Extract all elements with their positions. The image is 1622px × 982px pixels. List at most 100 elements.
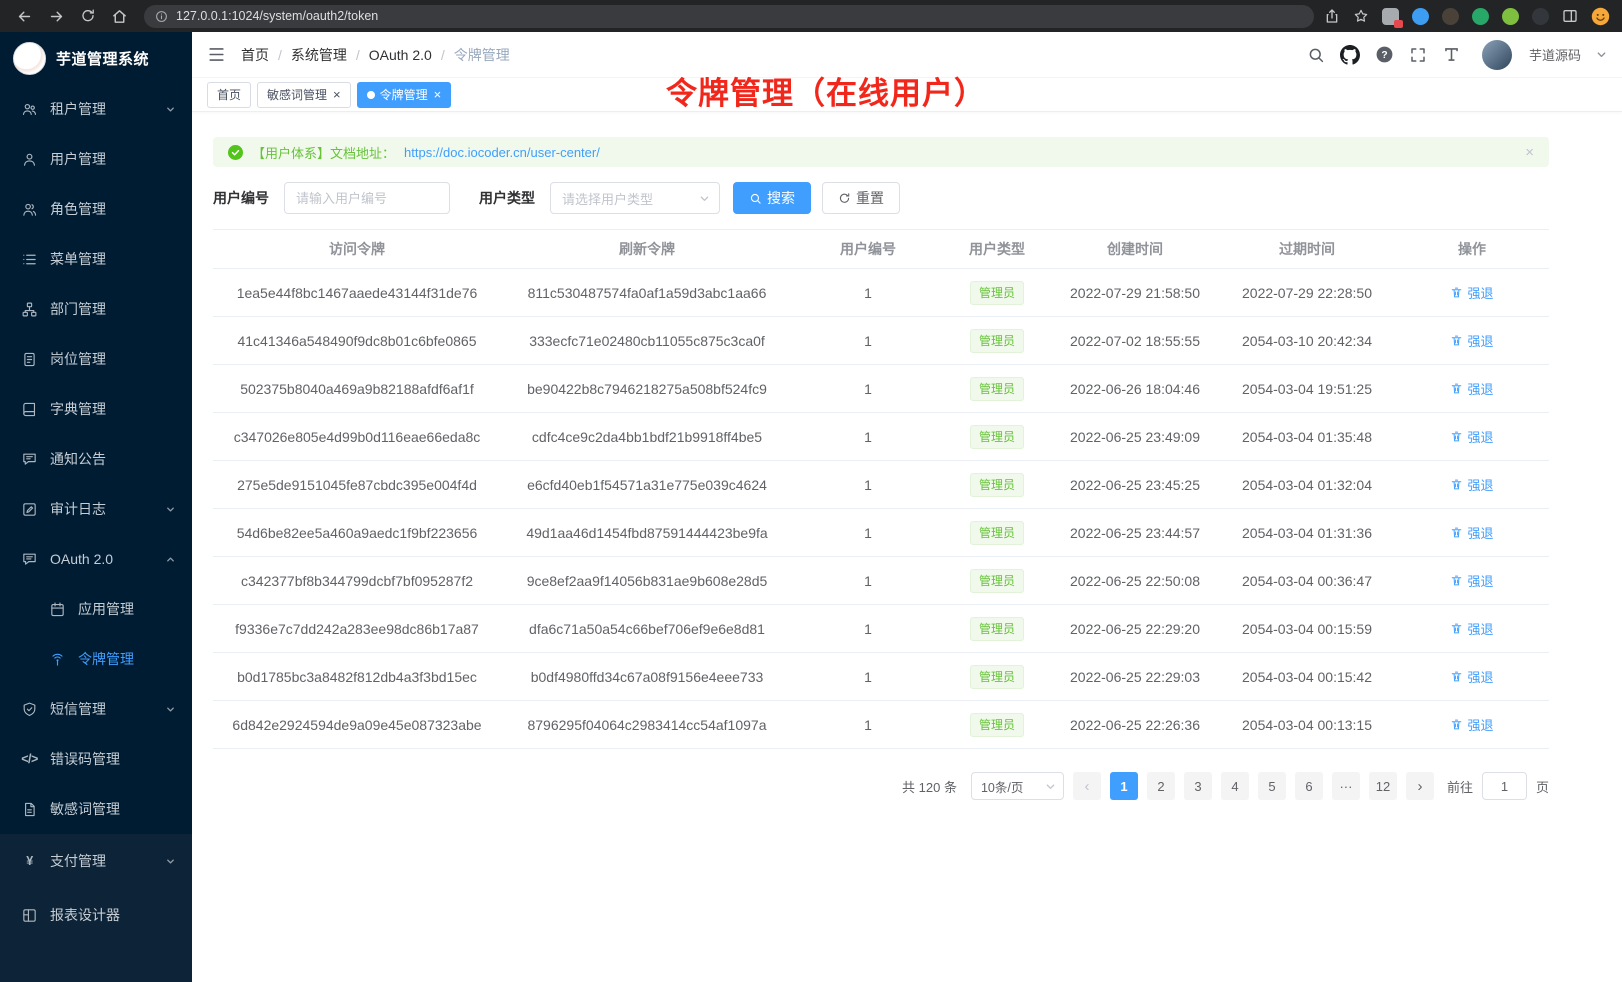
reload-icon[interactable] [80, 8, 96, 24]
user-type-badge: 管理员 [970, 665, 1024, 689]
refresh-token-cell: be90422b8c7946218275a508bf524fc9 [501, 365, 793, 413]
access-token-cell: b0d1785bc3a8482f812db4a3f3bd15ec [213, 653, 501, 701]
sidebar-item-tenant[interactable]: 租户管理 [0, 84, 192, 134]
sidebar-item-label: 字典管理 [50, 399, 176, 419]
force-logout-button[interactable]: 强退 [1450, 331, 1493, 350]
prev-page-button[interactable]: ‹ [1073, 772, 1101, 800]
share-icon[interactable] [1324, 8, 1340, 24]
force-logout-button[interactable]: 强退 [1450, 523, 1493, 542]
reset-button[interactable]: 重置 [822, 182, 900, 214]
user-menu-caret-icon[interactable] [1596, 49, 1607, 60]
page-button-2[interactable]: 2 [1147, 772, 1175, 800]
sidebar-item-user[interactable]: 用户管理 [0, 134, 192, 184]
force-logout-button[interactable]: 强退 [1450, 571, 1493, 590]
force-logout-button[interactable]: 强退 [1450, 715, 1493, 734]
force-logout-button[interactable]: 强退 [1450, 667, 1493, 686]
sidebar-filler [0, 942, 192, 982]
page-button-6[interactable]: 6 [1295, 772, 1323, 800]
sidebar-item-sms[interactable]: 短信管理 [0, 684, 192, 734]
tab-item[interactable]: 令牌管理× [357, 82, 452, 108]
sidebar-item-sensitive[interactable]: 敏感词管理 [0, 784, 192, 834]
sidebar-item-audit[interactable]: 审计日志 [0, 484, 192, 534]
side-panel-icon[interactable] [1562, 8, 1578, 24]
alert-text: 【用户体系】文档地址： [252, 143, 395, 162]
back-icon[interactable] [16, 8, 33, 25]
sidebar-item-role[interactable]: 角色管理 [0, 184, 192, 234]
fullscreen-icon[interactable] [1409, 46, 1427, 64]
table-row: c347026e805e4d99b0d116eae66eda8ccdfc4ce9… [213, 413, 1549, 461]
page-ellipsis[interactable]: ··· [1332, 772, 1360, 800]
expire-time-cell: 2054-03-04 00:36:47 [1219, 557, 1395, 605]
extension-lime-icon[interactable] [1502, 8, 1519, 25]
page-button-1[interactable]: 1 [1110, 772, 1138, 800]
page-button-5[interactable]: 5 [1258, 772, 1286, 800]
sidebar-item-notice[interactable]: 通知公告 [0, 434, 192, 484]
extension-blue-icon[interactable] [1412, 8, 1429, 25]
sidebar-item-post[interactable]: 岗位管理 [0, 334, 192, 384]
username[interactable]: 芋道源码 [1529, 45, 1581, 64]
app-logo[interactable]: 芋道管理系统 [0, 32, 192, 84]
site-info-icon[interactable] [155, 10, 168, 23]
sidebar-item-app[interactable]: 应用管理 [0, 584, 192, 634]
tab-item[interactable]: 首页 [207, 82, 251, 108]
sidebar-item-menu[interactable]: 菜单管理 [0, 234, 192, 284]
sidebar-item-dict[interactable]: 字典管理 [0, 384, 192, 434]
sidebar-item-oauth[interactable]: OAuth 2.0 [0, 534, 192, 584]
sidebar-item-pay[interactable]: ¥支付管理 [0, 834, 192, 888]
home-icon[interactable] [111, 8, 128, 25]
collapse-sidebar-icon[interactable] [207, 45, 226, 64]
sidebar-item-errcode[interactable]: </>错误码管理 [0, 734, 192, 784]
page-size-select[interactable]: 10条/页 [971, 772, 1064, 800]
extension-dark-icon[interactable] [1442, 8, 1459, 25]
breadcrumb-item[interactable]: OAuth 2.0 [369, 47, 432, 63]
extension-green-icon[interactable] [1472, 8, 1489, 25]
menu-icon [21, 251, 38, 268]
created-time-cell: 2022-07-02 18:55:55 [1051, 317, 1219, 365]
sidebar-item-dept[interactable]: 部门管理 [0, 284, 192, 334]
search-button[interactable]: 搜索 [733, 182, 811, 214]
help-icon[interactable]: ? [1375, 45, 1394, 64]
notice-icon [21, 451, 38, 468]
next-page-button[interactable]: › [1406, 772, 1434, 800]
address-bar[interactable]: 127.0.0.1:1024/system/oauth2/token [144, 5, 1314, 28]
bookmark-star-icon[interactable] [1353, 8, 1369, 24]
chevron-up-icon [165, 554, 176, 565]
expire-time-cell: 2054-03-04 00:13:15 [1219, 701, 1395, 749]
access-token-cell: 275e5de9151045fe87cbdc395e004f4d [213, 461, 501, 509]
page-button-4[interactable]: 4 [1221, 772, 1249, 800]
force-logout-button[interactable]: 强退 [1450, 619, 1493, 638]
goto-page-input[interactable] [1482, 772, 1527, 800]
extension-darkgrey-icon[interactable] [1532, 8, 1549, 25]
alert-close-icon[interactable]: × [1525, 145, 1534, 160]
force-logout-button[interactable]: 强退 [1450, 379, 1493, 398]
user-id-input[interactable] [284, 182, 450, 214]
force-logout-button[interactable]: 强退 [1450, 475, 1493, 494]
reset-button-label: 重置 [856, 188, 884, 208]
sidebar-item-report[interactable]: 报表设计器 [0, 888, 192, 942]
sidebar-item-label: 报表设计器 [50, 905, 176, 925]
force-logout-button[interactable]: 强退 [1450, 427, 1493, 446]
forward-icon[interactable] [48, 8, 65, 25]
close-icon[interactable]: × [333, 88, 341, 101]
github-icon[interactable] [1340, 45, 1360, 65]
sms-icon [21, 701, 38, 718]
browser-profile-avatar[interactable] [1591, 7, 1610, 26]
font-size-icon[interactable] [1442, 45, 1461, 64]
extension-puzzle-icon[interactable] [1382, 8, 1399, 25]
close-icon[interactable]: × [434, 88, 442, 101]
search-icon[interactable] [1307, 46, 1325, 64]
logo-avatar [13, 42, 46, 75]
user-id-cell: 1 [793, 365, 943, 413]
page-button-12[interactable]: 12 [1369, 772, 1397, 800]
page-button-3[interactable]: 3 [1184, 772, 1212, 800]
tab-item[interactable]: 敏感词管理× [257, 82, 351, 108]
breadcrumb-item[interactable]: 系统管理 [291, 45, 347, 65]
breadcrumb-item[interactable]: 首页 [241, 45, 269, 65]
force-logout-button[interactable]: 强退 [1450, 283, 1493, 302]
refresh-token-cell: 811c530487574fa0af1a59d3abc1aa66 [501, 269, 793, 317]
user-type-select[interactable]: 请选择用户类型 [550, 182, 720, 214]
sidebar-item-token[interactable]: 令牌管理 [0, 634, 192, 684]
user-avatar[interactable] [1482, 40, 1512, 70]
doc-link[interactable]: https://doc.iocoder.cn/user-center/ [404, 145, 600, 160]
user-type-badge: 管理员 [970, 329, 1024, 353]
